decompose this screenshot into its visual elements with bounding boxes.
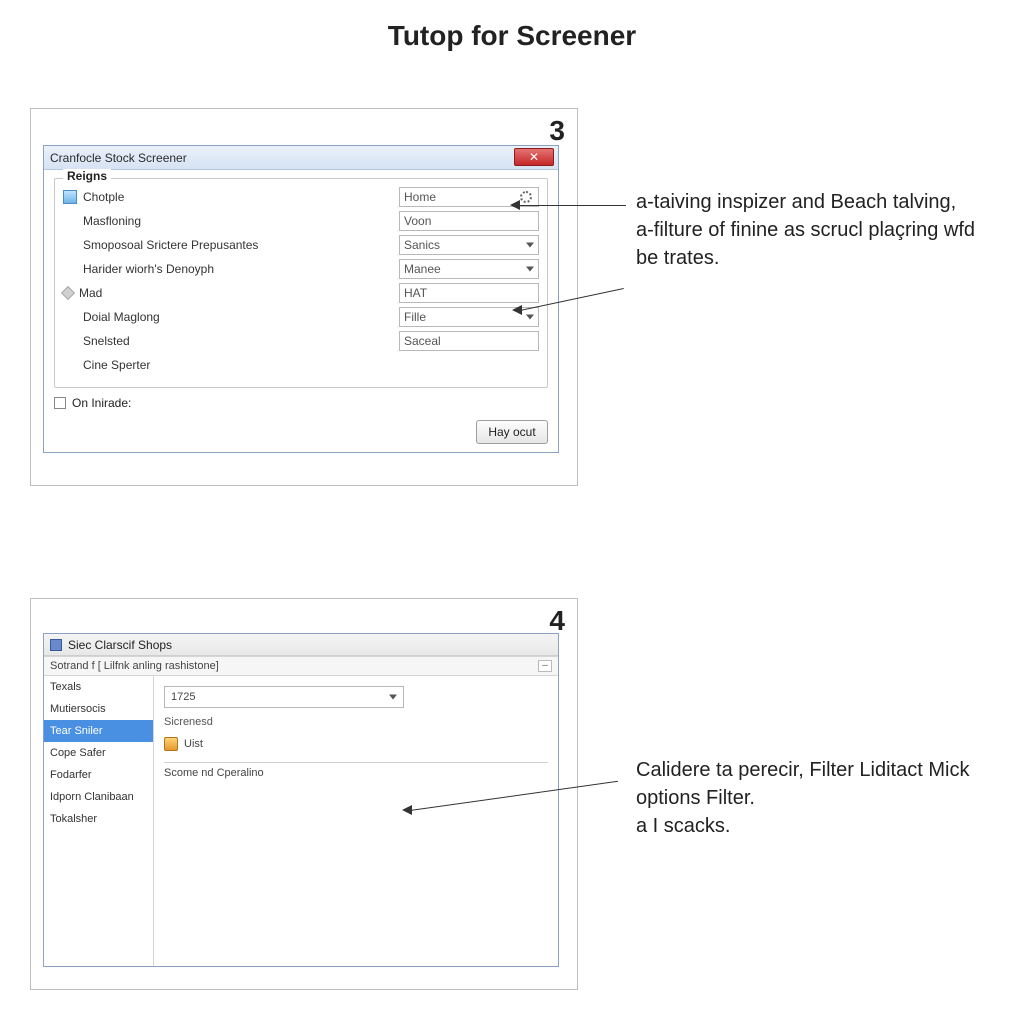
sidebar-item-mutiersocis[interactable]: Mutiersocis — [44, 698, 153, 720]
groupbox-legend: Reigns — [63, 169, 111, 183]
row-label: Mad — [79, 286, 393, 300]
section-header: Sotrand f [ Lilfnk anling rashistone] – — [44, 656, 558, 676]
manee-dropdown[interactable]: Manee — [399, 259, 539, 279]
lower-section: Scome nd Cperalino — [164, 762, 548, 779]
close-button[interactable]: ✕ — [514, 148, 554, 166]
minimize-button[interactable]: – — [538, 660, 552, 672]
chevron-down-icon — [526, 267, 534, 272]
main-pane: 1725 Sicrenesd Uist Scome nd Cperalino — [154, 676, 558, 966]
voon-field[interactable]: Voon — [399, 211, 539, 231]
close-icon: ✕ — [529, 150, 539, 164]
step3-number: 3 — [549, 115, 565, 147]
value-combo[interactable]: 1725 — [164, 686, 404, 708]
page-title: Tutop for Screener — [0, 20, 1024, 52]
sidebar-item-tear-sniler[interactable]: Tear Sniler — [44, 720, 153, 742]
row-label: Doial Maglong — [83, 310, 393, 324]
folder-icon — [164, 737, 178, 751]
row-label: Chotple — [83, 190, 393, 204]
reigns-groupbox: Reigns Chotple Home Masfloning Voon — [54, 178, 548, 388]
sidebar: Texals Mutiersocis Tear Sniler Cope Safe… — [44, 676, 154, 966]
field-value: Sanics — [404, 238, 440, 252]
form-row: Harider wiorh's Denoyph Manee — [63, 257, 539, 281]
sanics-dropdown[interactable]: Sanics — [399, 235, 539, 255]
sub-label: Sicrenesd — [164, 716, 548, 728]
step3-annotation: a-taiving inspizer and Beach talving, a-… — [636, 188, 976, 272]
step4-annotation: Calidere ta perecir, Filter Liditact Mic… — [636, 756, 996, 840]
step3-dialog: Cranfocle Stock Screener ✕ Reigns Chotpl… — [43, 145, 559, 453]
app-icon — [50, 639, 62, 651]
blank-icon — [63, 238, 77, 252]
field-value: HAT — [404, 286, 427, 300]
checkbox-label: On Inirade: — [72, 396, 131, 410]
window-title-text: Siec Clarscif Shops — [68, 638, 172, 652]
dialog-titlebar: Cranfocle Stock Screener ✕ — [44, 146, 558, 170]
sidebar-item-idporn[interactable]: Idporn Clanibaan — [44, 786, 153, 808]
diamond-icon — [61, 286, 75, 300]
form-row: Smoposoal Srictere Prepusantes Sanics — [63, 233, 539, 257]
sidebar-item-texals[interactable]: Texals — [44, 676, 153, 698]
arrow-head-icon — [510, 200, 520, 210]
form-row: Masfloning Voon — [63, 209, 539, 233]
form-row: Mad HAT — [63, 281, 539, 305]
lower-section-label: Scome nd Cperalino — [164, 767, 264, 779]
list-item-label: Uist — [184, 738, 203, 750]
on-inirade-checkbox[interactable] — [54, 397, 66, 409]
doc-icon — [63, 190, 77, 204]
combo-value: 1725 — [171, 691, 195, 703]
form-row: Doial Maglong Fille — [63, 305, 539, 329]
arrow-head-icon — [402, 805, 412, 815]
blank-icon — [63, 310, 77, 324]
blank-icon — [63, 334, 77, 348]
field-value: Voon — [404, 214, 431, 228]
sidebar-item-cope-safer[interactable]: Cope Safer — [44, 742, 153, 764]
dialog-title-text: Cranfocle Stock Screener — [50, 151, 187, 165]
row-label: Snelsted — [83, 334, 393, 348]
sidebar-item-fodarfer[interactable]: Fodarfer — [44, 764, 153, 786]
saceal-field[interactable]: Saceal — [399, 331, 539, 351]
blank-icon — [63, 358, 77, 372]
row-label: Harider wiorh's Denoyph — [83, 262, 393, 276]
form-row: Chotple Home — [63, 185, 539, 209]
row-label: Cine Sperter — [83, 358, 539, 372]
hat-field[interactable]: HAT — [399, 283, 539, 303]
field-value: Manee — [404, 262, 441, 276]
list-item[interactable]: Uist — [164, 734, 548, 754]
chevron-down-icon — [526, 243, 534, 248]
row-label: Masfloning — [83, 214, 393, 228]
hayocut-button[interactable]: Hay ocut — [476, 420, 548, 444]
sidebar-item-tokalsher[interactable]: Tokalsher — [44, 808, 153, 830]
arrow-head-icon — [512, 305, 522, 315]
blank-icon — [63, 214, 77, 228]
chevron-down-icon — [389, 695, 397, 700]
field-value: Fille — [404, 310, 426, 324]
step3-frame: 3 Cranfocle Stock Screener ✕ Reigns Chot… — [30, 108, 578, 486]
form-row: Cine Sperter — [63, 353, 539, 377]
blank-icon — [63, 262, 77, 276]
checkbox-row: On Inirade: — [54, 396, 548, 410]
window-titlebar: Siec Clarscif Shops — [44, 634, 558, 656]
gear-icon[interactable] — [520, 191, 532, 203]
annotation-arrow — [518, 205, 626, 206]
section-title: Sotrand f [ Lilfnk anling rashistone] — [50, 660, 219, 672]
field-value: Home — [404, 190, 436, 204]
chevron-down-icon — [526, 315, 534, 320]
field-value: Saceal — [404, 334, 441, 348]
row-label: Smoposoal Srictere Prepusantes — [83, 238, 393, 252]
step4-frame: 4 Siec Clarscif Shops Sotrand f [ Lilfnk… — [30, 598, 578, 990]
form-row: Snelsted Saceal — [63, 329, 539, 353]
